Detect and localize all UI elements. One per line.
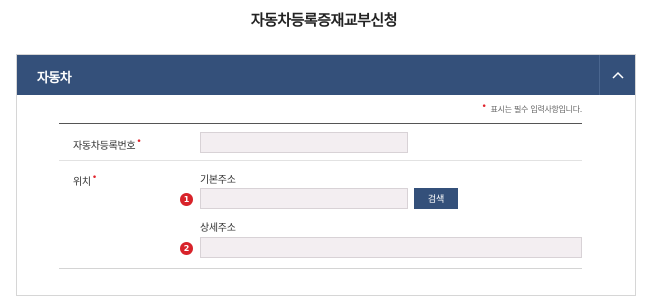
required-marker: •	[136, 137, 142, 147]
row-divider	[59, 160, 582, 161]
vehicle-section-panel: 자동차 • 표시는 필수 입력사항입니다. 자동차등록번호• 위치• 기본주소 1…	[16, 54, 636, 296]
location-label-text: 위치	[73, 177, 91, 188]
section-header[interactable]: 자동차	[17, 55, 635, 95]
registration-number-label-text: 자동차등록번호	[73, 141, 136, 152]
basic-address-input[interactable]	[200, 188, 408, 209]
required-marker: •	[91, 173, 97, 183]
form-top-rule	[59, 123, 582, 124]
detail-address-input[interactable]	[200, 237, 582, 258]
address-search-button[interactable]: 검색	[414, 188, 458, 209]
basic-address-badge: 1	[180, 193, 193, 206]
registration-number-input[interactable]	[200, 132, 408, 153]
section-title: 자동차	[37, 71, 72, 86]
chevron-up-icon	[611, 71, 624, 79]
page-title: 자동차등록증재교부신청	[250, 11, 398, 29]
location-label: 위치•	[73, 173, 97, 188]
form-bottom-rule	[59, 268, 582, 269]
registration-number-label: 자동차등록번호•	[73, 137, 142, 152]
collapse-button[interactable]	[599, 55, 635, 95]
required-note: • 표시는 필수 입력사항입니다.	[481, 102, 583, 115]
required-marker: •	[481, 102, 487, 112]
detail-address-badge: 2	[180, 242, 193, 255]
required-note-text: 표시는 필수 입력사항입니다.	[490, 105, 583, 114]
basic-address-label: 기본주소	[200, 175, 236, 186]
detail-address-label: 상세주소	[200, 223, 236, 234]
